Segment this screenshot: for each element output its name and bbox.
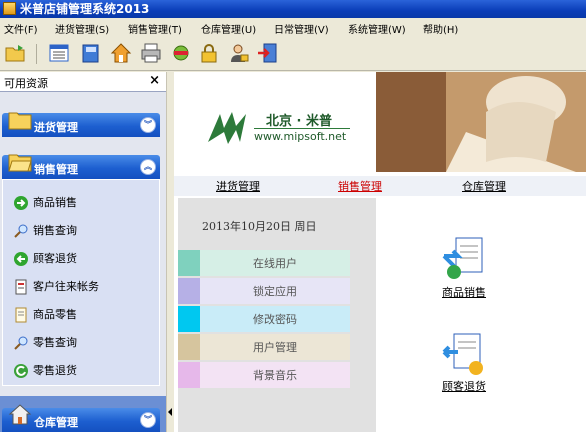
list-view-icon[interactable]: [48, 42, 70, 64]
collapse-arrow-icon[interactable]: [168, 408, 172, 416]
quick-background-music[interactable]: 背景音乐: [178, 362, 350, 388]
list-item-retail-return[interactable]: 零售退货: [13, 362, 77, 380]
current-date: 2013年10月20日 周日: [202, 220, 317, 233]
main-area: 北京 · 米普 www.mipsoft.net 进货管理 销售管理 仓库管理 2…: [174, 72, 586, 432]
mipsoft-logo: [208, 112, 246, 144]
resource-panel: 可用资源 × 进货管理 ︾ 销售管理 ︽ 商品销售 销售查询 顾客退货 客户往来…: [0, 72, 166, 432]
list-item-customer-return[interactable]: 顾客退货: [13, 250, 77, 268]
toolbar: [0, 38, 586, 71]
color-swatch: [178, 334, 200, 360]
brand-divider: [254, 128, 350, 129]
house-icon: [8, 402, 32, 426]
banner-photo: [376, 72, 586, 172]
quick-lock-app[interactable]: 锁定应用: [178, 278, 350, 304]
open-folder-icon[interactable]: [4, 42, 26, 64]
refresh-icon: [13, 363, 29, 379]
product-sales-link[interactable]: 商品销售: [442, 284, 486, 300]
group-purchase-label: 进货管理: [34, 121, 78, 134]
nav-sales[interactable]: 销售管理: [338, 178, 382, 194]
panel-title: 可用资源: [4, 77, 48, 90]
list-item-product-retail[interactable]: 商品零售: [13, 306, 77, 324]
group-sales-body: 商品销售 销售查询 顾客退货 客户往来帐务 商品零售 零售查询 零售退货: [2, 179, 160, 386]
nav-purchase[interactable]: 进货管理: [216, 178, 260, 194]
collapse-icon[interactable]: ︽: [140, 159, 156, 175]
app-icon: [3, 2, 16, 15]
customer-return-icon[interactable]: [440, 330, 488, 378]
list-item-customer-accounts[interactable]: 客户往来帐务: [13, 278, 99, 296]
panel-splitter[interactable]: [166, 72, 174, 432]
menu-purchase[interactable]: 进货管理(S): [55, 21, 109, 36]
list-item-sales-query[interactable]: 销售查询: [13, 222, 77, 240]
list-item-retail-query[interactable]: 零售查询: [13, 334, 77, 352]
magnifier-icon: [13, 335, 29, 351]
brand-url: www.mipsoft.net: [254, 130, 347, 143]
tools-icon[interactable]: [170, 42, 192, 64]
title-bar: 米普店铺管理系统2013: [0, 0, 586, 18]
color-swatch: [178, 362, 200, 388]
panel-header: 可用资源 ×: [0, 72, 166, 92]
group-sales-header[interactable]: 销售管理 ︽: [2, 154, 160, 179]
menu-daily[interactable]: 日常管理(V): [274, 21, 329, 36]
magnifier-icon: [13, 223, 29, 239]
print-icon[interactable]: [140, 42, 162, 64]
lock-icon[interactable]: [198, 42, 220, 64]
close-icon[interactable]: ×: [149, 73, 160, 88]
folder-icon: [8, 107, 32, 131]
ledger-icon: [13, 279, 29, 295]
color-swatch: [178, 250, 200, 276]
nav-warehouse[interactable]: 仓库管理: [462, 178, 506, 194]
group-warehouse-header[interactable]: 仓库管理 ︾: [2, 404, 160, 432]
menu-system[interactable]: 系统管理(W): [348, 21, 406, 36]
nav-bar: 进货管理 销售管理 仓库管理: [174, 176, 586, 196]
folder-open-icon: [8, 149, 32, 173]
color-swatch: [178, 306, 200, 332]
document-icon: [13, 307, 29, 323]
customer-return-link[interactable]: 顾客退货: [442, 378, 486, 394]
menu-warehouse[interactable]: 仓库管理(U): [201, 21, 256, 36]
green-arrow-icon: [13, 195, 29, 211]
group-sales-label: 销售管理: [34, 163, 78, 176]
brand-name: 北京 · 米普: [266, 114, 332, 129]
product-sales-icon[interactable]: [440, 234, 488, 282]
expand-icon[interactable]: ︾: [140, 412, 156, 428]
group-purchase-header[interactable]: 进货管理 ︾: [2, 112, 160, 137]
exit-icon[interactable]: [256, 42, 278, 64]
color-swatch: [178, 278, 200, 304]
book-icon[interactable]: [80, 42, 102, 64]
menu-help[interactable]: 帮助(H): [423, 21, 458, 36]
menu-file[interactable]: 文件(F): [4, 21, 38, 36]
info-panel: 2013年10月20日 周日 在线用户 锁定应用 修改密码 用户管理 背景音乐: [178, 198, 376, 432]
banner: 北京 · 米普 www.mipsoft.net: [174, 72, 586, 172]
home-icon[interactable]: [110, 42, 132, 64]
user-lock-icon[interactable]: [228, 42, 250, 64]
menu-bar: 文件(F) 进货管理(S) 销售管理(T) 仓库管理(U) 日常管理(V) 系统…: [0, 18, 586, 38]
list-item-product-sales[interactable]: 商品销售: [13, 194, 77, 212]
quick-change-password[interactable]: 修改密码: [178, 306, 350, 332]
menu-sales[interactable]: 销售管理(T): [128, 21, 182, 36]
quick-user-management[interactable]: 用户管理: [178, 334, 350, 360]
expand-icon[interactable]: ︾: [140, 117, 156, 133]
return-arrow-icon: [13, 251, 29, 267]
window-title: 米普店铺管理系统2013: [20, 2, 150, 16]
quick-online-users[interactable]: 在线用户: [178, 250, 350, 276]
group-warehouse-label: 仓库管理: [34, 416, 78, 429]
